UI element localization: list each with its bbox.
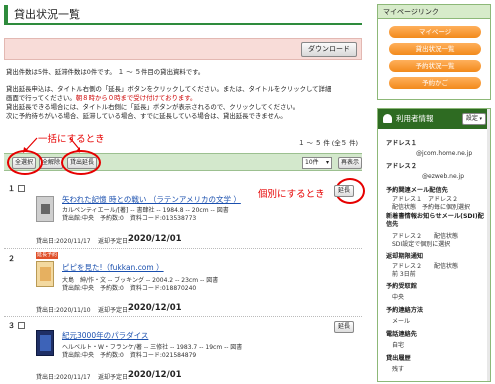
sidebar: マイページリンク マイページ 貸出状況一覧 予約状況一覧 予約かご 利用者情報 … <box>373 0 495 384</box>
item-number: １ <box>8 185 15 193</box>
settings-button[interactable]: 設定 <box>461 113 486 125</box>
address1-label: アドレス１ <box>386 140 417 147</box>
history-value: 残す <box>392 366 405 373</box>
lend-date-prefix: 貸出日: <box>36 238 57 245</box>
select-all-highlight <box>7 150 43 175</box>
item-title-link[interactable]: 矢われた記憶 時との戦い （ラテンアメリカの文学 ） <box>62 194 241 205</box>
contact-method-value: メール <box>392 318 411 325</box>
lend-date-prefix: 貸出日: <box>36 374 57 381</box>
download-bar: ダウンロード <box>4 38 362 60</box>
instruction-line-4: 次に予約待ちがいる場合、延滞している場合、すでに延長している場合は、貸出延長でき… <box>6 112 287 120</box>
instruction-hours-note: 朝８時から０時まで受け付けております。 <box>75 94 197 102</box>
item-separator <box>4 316 362 317</box>
item-number: ３ <box>8 322 15 330</box>
extend-highlight <box>61 150 101 175</box>
pickup-label: 予約受取館 <box>386 283 417 290</box>
link-loan-status[interactable]: 貸出状況一覧 <box>389 43 481 55</box>
loan-summary: 貸出件数は5件、延滞件数は0件です。 １ ～ ５件目の貸出資料です。 <box>6 68 205 76</box>
instruction-line-3: 貸出延長できる場合には、タイトル右側に「延長」ボタンが表示されるので、クリックし… <box>6 103 300 111</box>
user-info-box: 利用者情報 設定 アドレス１ @jcom.home.ne.jp アドレス２ @e… <box>377 108 491 382</box>
extend-button[interactable]: 延長 <box>333 321 354 333</box>
instruction-line-2: 画面で行ってください。朝８時から０時まで受け付けております。 <box>6 94 196 103</box>
mypage-links-title: マイページリンク <box>378 5 490 19</box>
instruction-line-1: 貸出延長申込は、タイトル右側の「延長」ボタンをクリックしてください。または、タイ… <box>6 85 332 93</box>
lend-date: 貸出日:2020/11/17 <box>36 372 91 381</box>
status-badge: 延長予約 <box>36 252 59 259</box>
item-meta-2: 貸出館:中央 予約数:0 資料コード:021584879 <box>62 352 197 359</box>
user-info-header: 利用者情報 設定 <box>378 109 490 129</box>
reserve-mail-label: 予約関連メール配信先 <box>386 187 448 194</box>
item-checkbox[interactable] <box>18 322 25 329</box>
return-notice-label: 返却期限通知 <box>386 253 424 260</box>
return-notice-status: 前 3日前 <box>392 271 416 278</box>
sdi-status: SDI設定で個別に選択 <box>392 241 451 248</box>
lend-date-value: 2020/11/17 <box>56 238 91 245</box>
scrollbar[interactable] <box>487 109 490 381</box>
due-date: 2020/12/01 <box>128 370 182 380</box>
user-icon <box>383 114 392 123</box>
action-bar: 全選択 全解除 貸出延長 10件 再表示 <box>4 153 363 171</box>
instruction-line-2-text: 画面で行ってください。 <box>6 94 76 102</box>
lend-date-value: 2020/11/10 <box>56 307 91 314</box>
individual-annotation: 個別にするとき <box>258 189 325 200</box>
due-label: 返却予定日: <box>98 374 131 381</box>
book-cover-image <box>36 330 54 356</box>
address1-value: @jcom.home.ne.jp <box>416 150 473 157</box>
contact-method-label: 予約連絡方法 <box>386 307 424 314</box>
link-reservation-status[interactable]: 予約状況一覧 <box>389 60 481 72</box>
book-cover-image <box>36 261 54 287</box>
item-title-link[interactable]: ピピを見た!（fukkan.com ） <box>62 262 164 273</box>
item-number: ２ <box>8 255 15 263</box>
item-meta-2: 貸出館:中央 予約数:0 資料コード:018870240 <box>62 285 197 292</box>
reserve-mail-status: 配信状態 予約毎に個別選択 <box>392 204 471 211</box>
item-separator <box>4 248 362 249</box>
lend-date-prefix: 貸出日: <box>36 307 57 314</box>
due-label: 返却予定日: <box>98 238 131 245</box>
pickup-value: 中央 <box>392 294 405 301</box>
main-content: 貸出状況一覧 ダウンロード 貸出件数は5件、延滞件数は0件です。 １ ～ ５件目… <box>0 0 368 384</box>
address2-label: アドレス２ <box>386 163 417 170</box>
due-date: 2020/12/01 <box>128 303 182 313</box>
item-checkbox[interactable] <box>18 185 25 192</box>
per-page-select[interactable]: 10件 <box>302 157 332 169</box>
result-count: １ ～ ５ 件 (全５ 件) <box>298 139 358 147</box>
phone-contact-label: 電話連絡先 <box>386 331 417 338</box>
mypage-links-box: マイページリンク マイページ 貸出状況一覧 予約状況一覧 予約かご <box>377 4 491 100</box>
page-title: 貸出状況一覧 <box>4 5 362 25</box>
history-label: 貸出履歴 <box>386 355 411 362</box>
redisplay-button[interactable]: 再表示 <box>338 157 363 169</box>
item-title-link[interactable]: 紀元3000年のパラダイス <box>62 330 148 341</box>
item-meta-2: 貸出館:中央 予約数:0 資料コード:013538773 <box>62 215 197 222</box>
sdi-label: 新着書情報お知らせメール(SDI)配信先 <box>386 213 484 228</box>
lend-date: 貸出日:2020/11/10 <box>36 305 91 314</box>
due-label: 返却予定日: <box>98 307 131 314</box>
link-reservation-cart[interactable]: 予約かご <box>389 77 481 89</box>
book-cover-image <box>36 196 54 222</box>
address2-value: @ezweb.ne.jp <box>422 173 465 180</box>
download-button[interactable]: ダウンロード <box>301 42 357 57</box>
phone-contact-value: 自宅 <box>392 342 405 349</box>
link-mypage[interactable]: マイページ <box>389 26 481 38</box>
extend-button[interactable]: 延長 <box>333 185 354 197</box>
lend-date: 貸出日:2020/11/17 <box>36 236 91 245</box>
lend-date-value: 2020/11/17 <box>56 374 91 381</box>
due-date: 2020/12/01 <box>128 234 182 244</box>
user-info-title: 利用者情報 <box>396 114 434 123</box>
